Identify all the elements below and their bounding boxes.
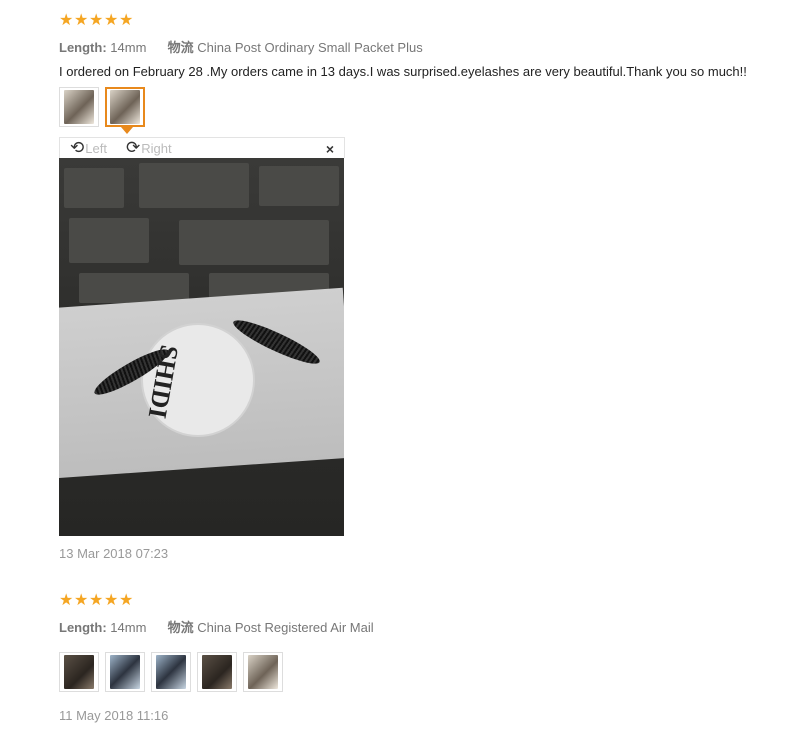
review-item: ★ ★ ★ ★ ★ Length: 14mm 物流 China Post Reg… — [59, 593, 789, 723]
review-photo-thumb[interactable] — [151, 652, 191, 692]
star-icon: ★ — [89, 592, 104, 609]
star-icon: ★ — [74, 12, 89, 29]
photo-viewer: ⟲ Left ⟳ Right × SHIDI 13 Mar 2018 07:23 — [59, 137, 345, 561]
review-photo-thumb[interactable] — [243, 652, 283, 692]
review-date: 13 Mar 2018 07:23 — [59, 546, 169, 561]
photo-thumbnail-image — [64, 90, 94, 124]
photo-thumbnail-image — [110, 90, 140, 124]
review-meta: Length: 14mm 物流 China Post Registered Ai… — [59, 617, 789, 636]
rotate-left-button[interactable]: ⟲ Left — [70, 139, 107, 157]
close-icon[interactable]: × — [326, 141, 334, 157]
photo-thumbnail-image — [248, 655, 278, 689]
length-label: Length: — [59, 40, 107, 55]
shipping-label: 物流 — [167, 40, 194, 55]
review-photos — [59, 652, 789, 692]
review-photos — [59, 87, 789, 134]
shipping-value: China Post Registered Air Mail — [197, 620, 374, 635]
rotate-left-icon: ⟲ — [70, 138, 85, 157]
star-icon: ★ — [59, 592, 74, 609]
review-photo-thumb[interactable] — [59, 87, 99, 127]
photo-thumbnail-image — [156, 655, 186, 689]
star-icon: ★ — [59, 12, 74, 29]
length-value: 14mm — [110, 40, 147, 55]
star-rating: ★ ★ ★ ★ ★ — [59, 13, 789, 29]
selected-caret — [121, 127, 133, 134]
review-photo-large: SHIDI — [59, 158, 344, 536]
rotate-left-label: Left — [85, 140, 107, 156]
star-icon: ★ — [89, 12, 104, 29]
star-icon: ★ — [119, 592, 134, 609]
review-photo-thumb-selected[interactable] — [105, 87, 145, 134]
review-photo-thumb[interactable] — [105, 652, 145, 692]
photo-thumbnail-image — [64, 655, 94, 689]
photo-thumbnail-image — [110, 655, 140, 689]
rotate-right-icon: ⟳ — [126, 138, 141, 157]
rotate-right-button[interactable]: ⟳ Right — [126, 139, 172, 157]
review-photo-thumb[interactable] — [197, 652, 237, 692]
star-icon: ★ — [74, 592, 89, 609]
review-text: I ordered on February 28 .My orders came… — [59, 64, 747, 79]
viewer-toolbar: ⟲ Left ⟳ Right × — [59, 137, 345, 158]
review-item: ★ ★ ★ ★ ★ Length: 14mm 物流 China Post Ord… — [59, 13, 789, 134]
photo-thumbnail-image — [202, 655, 232, 689]
shipping-label: 物流 — [167, 620, 194, 635]
star-icon: ★ — [104, 12, 119, 29]
review-meta: Length: 14mm 物流 China Post Ordinary Smal… — [59, 37, 789, 56]
star-rating: ★ ★ ★ ★ ★ — [59, 593, 789, 609]
length-value: 14mm — [110, 620, 147, 635]
shipping-value: China Post Ordinary Small Packet Plus — [197, 40, 423, 55]
rotate-right-label: Right — [141, 140, 172, 156]
star-icon: ★ — [119, 12, 134, 29]
review-photo-thumb[interactable] — [59, 652, 99, 692]
star-icon: ★ — [104, 592, 119, 609]
review-date: 11 May 2018 11:16 — [59, 708, 169, 723]
length-label: Length: — [59, 620, 107, 635]
